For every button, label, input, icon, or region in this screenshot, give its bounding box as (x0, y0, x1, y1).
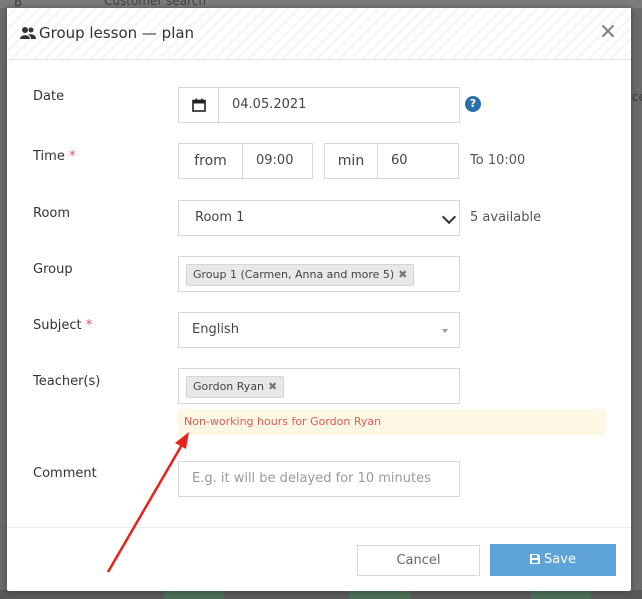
required-mark: * (85, 318, 93, 333)
teachers-select[interactable]: Gordon Ryan ✖ (178, 368, 460, 404)
background-right-text: ce (632, 90, 642, 104)
calendar-icon (192, 98, 206, 112)
help-icon[interactable]: ? (465, 96, 481, 112)
close-button[interactable]: × (597, 21, 619, 43)
subject-label: Subject * (33, 318, 93, 333)
warning-text: Non-working hours for Gordon Ryan (184, 415, 382, 428)
subject-select[interactable]: English (178, 312, 460, 348)
calendar-button[interactable] (178, 87, 219, 123)
modal-header: Group lesson — plan × (7, 8, 631, 60)
save-button[interactable]: Save (490, 544, 616, 576)
comment-input[interactable]: E.g. it will be delayed for 10 minutes (178, 461, 460, 497)
remove-tag-icon[interactable]: ✖ (398, 268, 407, 281)
teacher-tag: Gordon Ryan ✖ (186, 376, 285, 398)
cancel-button[interactable]: Cancel (357, 545, 480, 576)
duration-minutes-input[interactable]: 60 (377, 143, 459, 179)
background-column (164, 590, 224, 599)
teacher-tag-label: Gordon Ryan (193, 380, 265, 393)
background-header (0, 0, 642, 8)
modal-title: Group lesson — plan (39, 24, 195, 42)
room-availability: 5 available (470, 210, 542, 225)
time-label: Time * (33, 149, 76, 164)
background-customer-search: Customer search (104, 0, 206, 8)
date-value: 04.05.2021 (232, 97, 307, 112)
duration-value: 60 (391, 153, 408, 168)
required-mark: * (68, 149, 76, 164)
group-tag: Group 1 (Carmen, Anna and more 5) ✖ (186, 264, 415, 286)
floppy-disk-icon (530, 554, 541, 564)
subject-value: English (192, 322, 239, 337)
remove-tag-icon[interactable]: ✖ (268, 380, 277, 393)
date-input[interactable]: 04.05.2021 (218, 87, 460, 123)
time-from-addon: from (178, 143, 243, 179)
dropdown-arrow-icon (442, 329, 448, 333)
room-select[interactable]: Room 1 (178, 200, 460, 236)
chevron-down-icon (441, 209, 457, 225)
time-from-input[interactable]: 09:00 (242, 143, 313, 179)
warning-alert: Non-working hours for Gordon Ryan (178, 409, 606, 435)
comment-placeholder: E.g. it will be delayed for 10 minutes (192, 471, 431, 486)
time-from-value: 09:00 (256, 153, 294, 168)
time-min-addon: min (324, 143, 378, 179)
background-column (350, 590, 410, 599)
group-select[interactable]: Group 1 (Carmen, Anna and more 5) ✖ (178, 256, 460, 292)
group-tag-label: Group 1 (Carmen, Anna and more 5) (193, 268, 395, 281)
room-label: Room (33, 206, 71, 221)
group-lesson-modal: Group lesson — plan × Date 04.05.2021 ? … (7, 8, 631, 591)
background-column (531, 590, 591, 599)
comment-label: Comment (33, 466, 97, 481)
teachers-label: Teacher(s) (33, 374, 101, 389)
time-to-text: To 10:00 (470, 153, 526, 168)
group-label: Group (33, 262, 73, 277)
date-label: Date (33, 89, 65, 104)
room-value: Room 1 (195, 210, 245, 225)
save-button-label: Save (544, 552, 576, 567)
users-icon (20, 27, 36, 39)
footer-divider (7, 527, 631, 528)
